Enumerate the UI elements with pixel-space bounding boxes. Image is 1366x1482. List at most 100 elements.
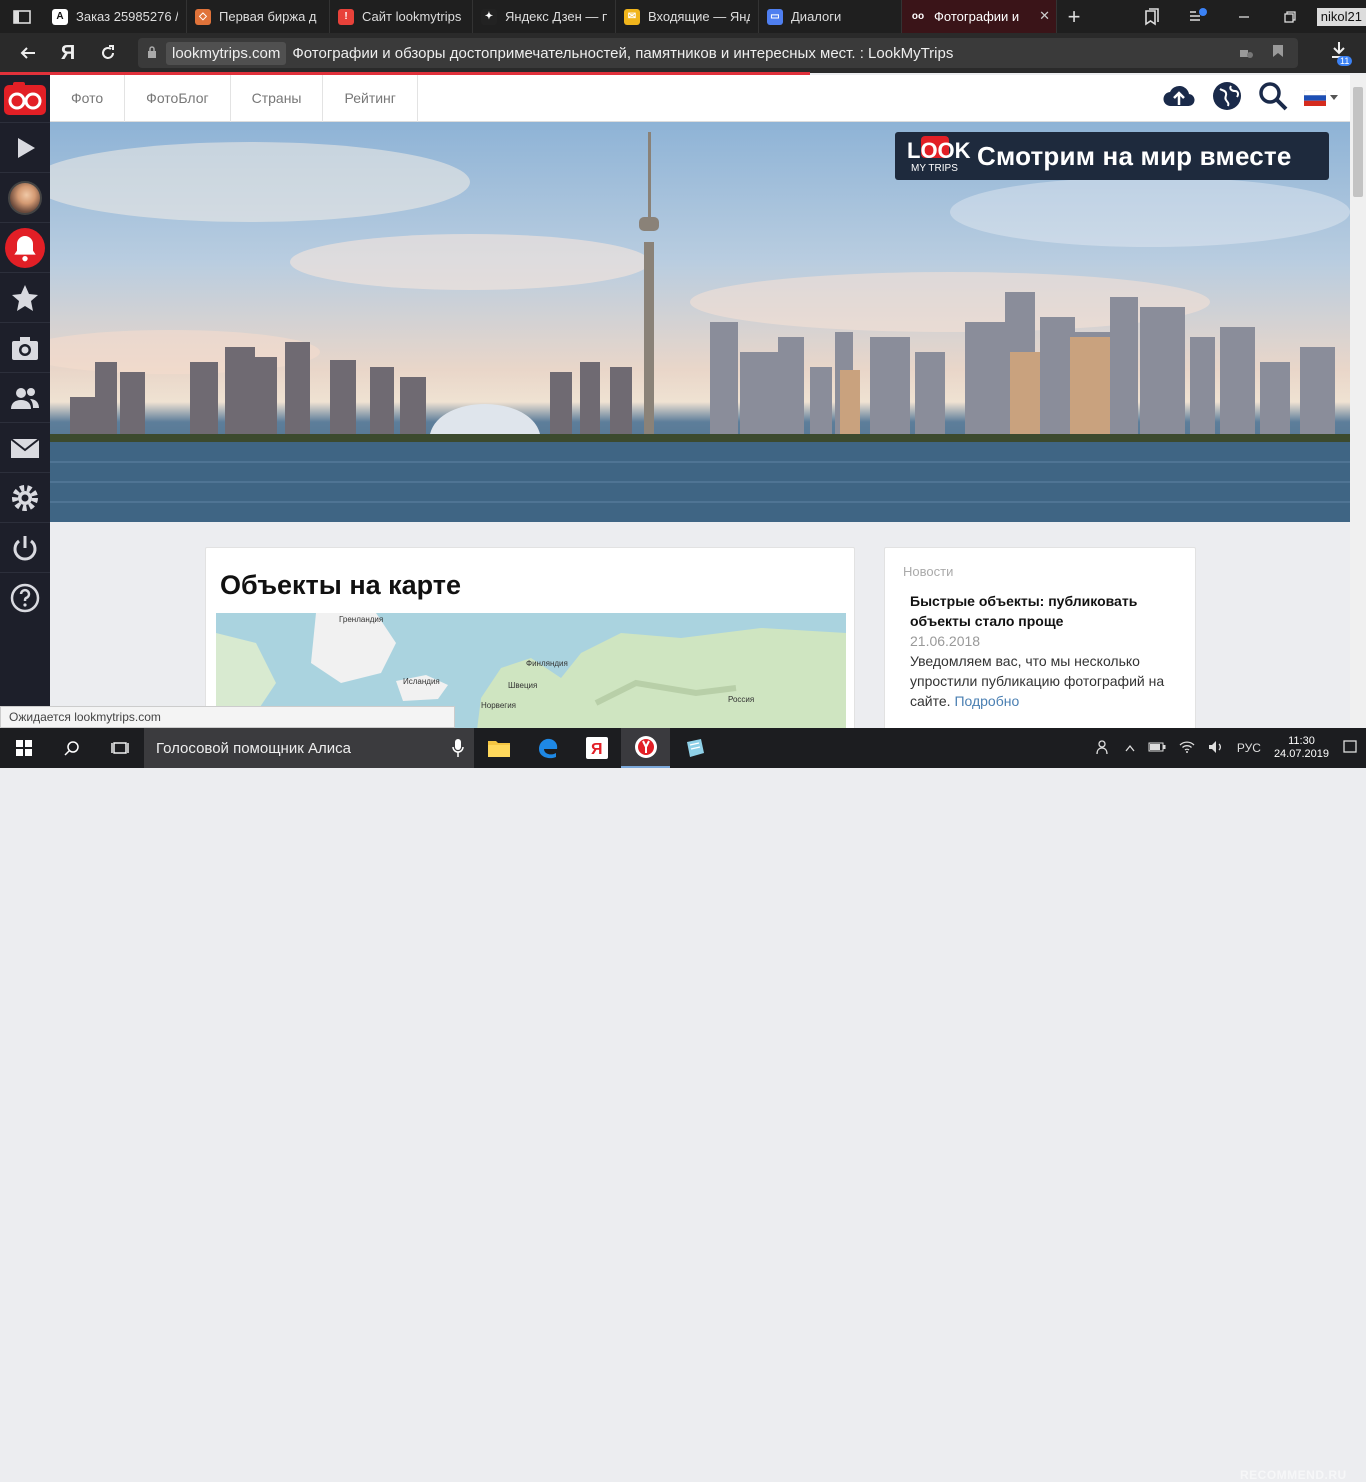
gear-icon[interactable] xyxy=(0,472,50,522)
tab-label: Яндекс Дзен — п xyxy=(505,9,607,24)
scrollbar-thumb[interactable] xyxy=(1353,87,1363,197)
watermark-text: RECOMMEND.RU xyxy=(1240,1468,1347,1482)
browser-tab[interactable]: ✦ Яндекс Дзен — п xyxy=(473,0,616,33)
site-logo[interactable] xyxy=(0,75,50,122)
star-icon[interactable] xyxy=(0,272,50,322)
map-label-finland: Финляндия xyxy=(526,659,568,668)
play-icon[interactable] xyxy=(0,122,50,172)
yandex-app-icon[interactable]: Я xyxy=(572,728,621,768)
people-icon[interactable] xyxy=(1096,739,1112,758)
microphone-icon[interactable] xyxy=(452,738,464,762)
help-icon[interactable] xyxy=(0,572,50,622)
task-view-icon[interactable] xyxy=(96,728,144,768)
avatar[interactable] xyxy=(0,172,50,222)
tab-favicon-icon: ✦ xyxy=(481,8,497,25)
nav-link-rating[interactable]: Рейтинг xyxy=(323,74,418,122)
restore-icon[interactable] xyxy=(1267,10,1313,23)
map-label-iceland: Исландия xyxy=(403,677,440,686)
tab-label: Диалоги xyxy=(791,9,842,24)
lock-icon xyxy=(138,45,166,61)
map-label-russia: Россия xyxy=(728,695,754,704)
news-more-link[interactable]: Подробно xyxy=(954,693,1019,709)
chevron-up-icon[interactable] xyxy=(1125,741,1135,755)
tab-label: Входящие — Янд xyxy=(648,9,750,24)
windows-start-icon[interactable] xyxy=(0,728,48,768)
tabs-overview-icon[interactable] xyxy=(0,0,44,33)
globe-icon[interactable] xyxy=(1212,81,1242,116)
browser-tab[interactable]: ! Сайт lookmytrips xyxy=(330,0,473,33)
reload-icon[interactable] xyxy=(88,33,128,73)
site-topnav: Фото ФотоБлог Страны Рейтинг xyxy=(50,74,1350,122)
news-text: Уведомляем вас, что мы несколько упрости… xyxy=(903,651,1177,711)
news-date: 21.06.2018 xyxy=(910,633,981,649)
map-label-sweden: Швеция xyxy=(508,681,537,690)
bookmark-icon[interactable] xyxy=(1272,44,1284,63)
system-tray: РУС 11:30 24.07.2019 xyxy=(1096,735,1366,761)
nav-link-countries[interactable]: Страны xyxy=(231,74,324,122)
downloads-count: 11 xyxy=(1337,56,1353,66)
minimize-icon[interactable] xyxy=(1221,11,1267,23)
alice-voice-search[interactable]: Голосовой помощник Алиса xyxy=(144,728,474,768)
news-card: Новости Быстрые объекты: публиковать объ… xyxy=(884,547,1196,737)
search-icon[interactable] xyxy=(1258,81,1288,116)
tab-favicon-icon: ◇ xyxy=(195,8,211,25)
map-card-title: Объекты на карте xyxy=(220,570,462,600)
tab-label: Заказ 25985276 / xyxy=(76,9,178,24)
status-bar: Ожидается lookmytrips.com xyxy=(0,706,455,728)
search-icon[interactable] xyxy=(48,728,96,768)
browser-tab[interactable]: A Заказ 25985276 / xyxy=(44,0,187,33)
protect-icon[interactable] xyxy=(1238,44,1254,63)
notes-app-icon[interactable] xyxy=(670,728,719,768)
user-name[interactable]: nikol21 xyxy=(1316,7,1366,26)
page-scrollbar[interactable] xyxy=(1350,75,1366,728)
nav-link-photo[interactable]: Фото xyxy=(50,74,126,122)
language-flag-icon[interactable] xyxy=(1304,90,1338,106)
browser-tab[interactable]: ◇ Первая биржа д xyxy=(187,0,330,33)
news-heading: Новости xyxy=(903,564,954,579)
bookmarks-icon[interactable] xyxy=(1129,7,1175,26)
clock-date: 24.07.2019 xyxy=(1273,748,1329,760)
yandex-browser-icon[interactable] xyxy=(621,728,670,768)
page-title: Фотографии и обзоры достопримечательност… xyxy=(292,44,954,62)
logo-sub: MY TRIPS xyxy=(911,163,958,174)
system-clock[interactable]: 11:30 24.07.2019 xyxy=(1274,735,1329,761)
close-tab-icon[interactable]: ✕ xyxy=(1039,8,1050,24)
brand-badge: LOOK MY TRIPS Смотрим на мир вместе xyxy=(895,132,1329,180)
browser-tab[interactable]: ▭ Диалоги xyxy=(759,0,902,33)
tab-favicon-icon: A xyxy=(52,8,68,25)
browser-tab[interactable]: oo Фотографии и ✕ xyxy=(902,0,1057,33)
mail-icon[interactable] xyxy=(0,422,50,472)
tab-favicon-icon: ! xyxy=(338,8,354,25)
power-icon[interactable] xyxy=(0,522,50,572)
yandex-icon[interactable]: Я xyxy=(48,33,88,73)
tab-favicon-icon: ✉ xyxy=(624,8,640,25)
windows-taskbar: Голосовой помощник Алиса Я РУС 11:30 24.… xyxy=(0,728,1366,1482)
svg-text:Я: Я xyxy=(591,741,603,758)
edge-icon[interactable] xyxy=(523,728,572,768)
battery-icon[interactable] xyxy=(1148,741,1166,755)
notification-center-icon[interactable] xyxy=(1342,739,1358,758)
tab-favicon-icon: oo xyxy=(910,8,926,25)
upload-cloud-icon[interactable] xyxy=(1162,82,1196,115)
clock-time: 11:30 xyxy=(1288,735,1315,747)
news-title[interactable]: Быстрые объекты: публиковать объекты ста… xyxy=(903,591,1177,631)
notifications-icon[interactable] xyxy=(1175,7,1221,26)
url-field[interactable]: lookmytrips.com Фотографии и обзоры дост… xyxy=(138,38,1298,68)
input-language[interactable]: РУС xyxy=(1237,741,1261,755)
users-icon[interactable] xyxy=(0,372,50,422)
volume-icon[interactable] xyxy=(1208,740,1224,757)
downloads-icon[interactable]: 11 xyxy=(1324,40,1354,70)
file-explorer-icon[interactable] xyxy=(474,728,523,768)
tab-label: Фотографии и xyxy=(934,9,1020,24)
browser-tab[interactable]: ✉ Входящие — Янд xyxy=(616,0,759,33)
url-domain: lookmytrips.com xyxy=(166,41,287,65)
tab-label: Сайт lookmytrips xyxy=(362,9,462,24)
bell-icon[interactable] xyxy=(0,222,50,272)
camera-icon[interactable] xyxy=(0,322,50,372)
hero-tagline: Смотрим на мир вместе xyxy=(977,140,1292,171)
new-tab-button[interactable]: + xyxy=(1057,0,1091,33)
nav-link-photoblog[interactable]: ФотоБлог xyxy=(125,74,231,122)
wifi-icon[interactable] xyxy=(1179,740,1195,756)
back-arrow-icon[interactable] xyxy=(8,33,48,73)
alice-search-text: Голосовой помощник Алиса xyxy=(156,739,351,757)
